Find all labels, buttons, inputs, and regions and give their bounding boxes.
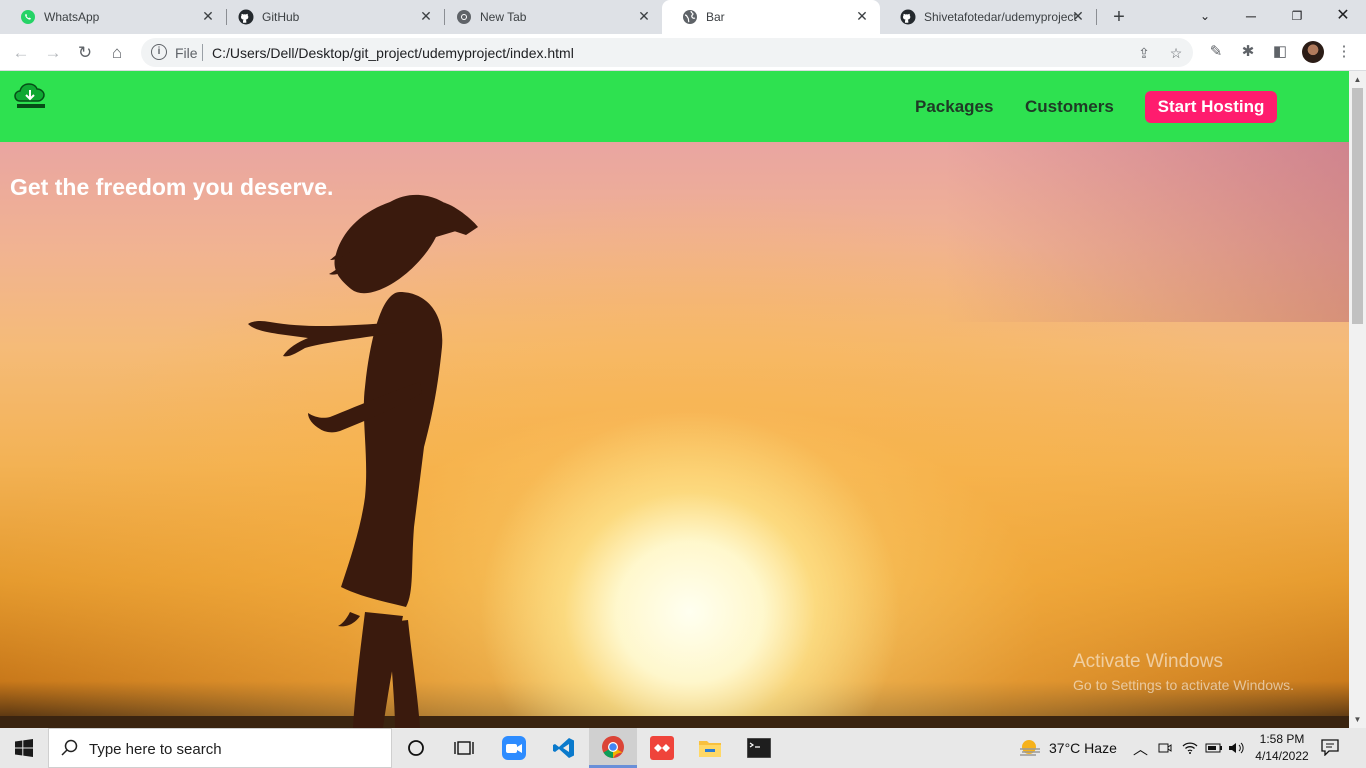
tab-new-tab[interactable]: New Tab ✕	[436, 0, 662, 34]
close-icon[interactable]: ✕	[636, 8, 652, 24]
tab-title: WhatsApp	[44, 10, 100, 24]
anydesk-app-icon[interactable]	[638, 728, 686, 768]
scheme-label: File	[175, 45, 198, 61]
share-icon[interactable]: ⇪	[1135, 44, 1153, 62]
reload-icon[interactable]: ↻	[73, 41, 97, 65]
clock-date: 4/14/2022	[1255, 749, 1309, 763]
weather-text: 37°C Haze	[1049, 740, 1117, 756]
tab-title: Shivetafotedar/udemyproject	[924, 10, 1077, 24]
battery-icon[interactable]	[1205, 728, 1223, 768]
watermark-title: Activate Windows	[1073, 651, 1223, 672]
whatsapp-icon	[20, 9, 36, 25]
vscode-app-icon[interactable]	[540, 728, 588, 768]
new-tab-icon[interactable]: +	[1108, 6, 1130, 28]
github-icon	[238, 9, 254, 25]
woman-silhouette-image	[248, 194, 478, 728]
tab-title: GitHub	[262, 10, 300, 24]
side-panel-icon[interactable]: ◧	[1270, 42, 1290, 62]
start-hosting-button[interactable]: Start Hosting	[1145, 91, 1277, 123]
home-icon[interactable]: ⌂	[105, 41, 129, 65]
minimize-icon[interactable]: ─	[1228, 0, 1274, 32]
activate-windows-watermark: Activate Windows Go to Settings to activ…	[1073, 651, 1294, 693]
meet-now-icon[interactable]	[1158, 728, 1172, 768]
window-close-icon[interactable]: ✕	[1320, 0, 1366, 32]
page-viewport: Packages Customers Start Hosting Get the…	[0, 71, 1366, 728]
extensions-icon[interactable]: ✱	[1238, 42, 1258, 62]
globe-icon	[682, 9, 698, 25]
browser-toolbar: ← → ↻ ⌂ i File C:/Users/Dell/Desktop/git…	[0, 34, 1366, 71]
volume-icon[interactable]	[1228, 728, 1246, 768]
cloud-logo-icon[interactable]	[14, 81, 48, 111]
tab-github[interactable]: GitHub ✕	[218, 0, 444, 34]
tab-bar-active[interactable]: Bar ✕	[662, 0, 880, 34]
windows-taskbar: Type here to search 37°C Haze ︿ 1:58 PM …	[0, 728, 1366, 768]
site-navbar: Packages Customers Start Hosting	[0, 71, 1349, 142]
more-menu-icon[interactable]: ⋮	[1334, 42, 1354, 62]
scroll-down-arrow-icon[interactable]: ▼	[1349, 711, 1366, 728]
vertical-scrollbar[interactable]: ▲ ▼	[1349, 71, 1366, 728]
bookmark-star-icon[interactable]: ☆	[1167, 44, 1185, 62]
address-bar[interactable]: i File C:/Users/Dell/Desktop/git_project…	[141, 38, 1193, 67]
chrome-icon	[456, 9, 472, 25]
divider	[202, 44, 203, 61]
url-text[interactable]: C:/Users/Dell/Desktop/git_project/udemyp…	[212, 45, 574, 61]
clock-time: 1:58 PM	[1259, 732, 1305, 746]
search-icon	[61, 739, 78, 756]
haze-weather-icon	[1020, 740, 1040, 756]
tab-search-icon[interactable]: ⌄	[1182, 0, 1228, 32]
close-icon[interactable]: ✕	[200, 8, 216, 24]
file-explorer-icon[interactable]	[686, 728, 734, 768]
hero-section: Get the freedom you deserve. Activate Wi	[0, 142, 1349, 728]
profile-avatar[interactable]	[1302, 41, 1324, 63]
task-view-icon[interactable]	[440, 728, 488, 768]
search-placeholder: Type here to search	[89, 741, 222, 758]
hero-headline: Get the freedom you deserve.	[10, 174, 334, 200]
tab-separator	[1096, 9, 1097, 25]
info-icon[interactable]: i	[151, 44, 167, 60]
horizon-sea	[0, 716, 1349, 728]
back-arrow-icon[interactable]: ←	[9, 41, 33, 65]
close-icon[interactable]: ✕	[1070, 8, 1086, 24]
tab-title: Bar	[706, 10, 725, 24]
tab-whatsapp[interactable]: WhatsApp ✕	[0, 0, 226, 34]
zoom-app-icon[interactable]	[490, 728, 538, 768]
terminal-app-icon[interactable]	[735, 728, 783, 768]
tab-title: New Tab	[480, 10, 527, 24]
wifi-icon[interactable]	[1182, 728, 1198, 768]
windows-start-icon[interactable]	[0, 728, 48, 768]
system-clock[interactable]: 1:58 PM 4/14/2022	[1252, 731, 1312, 765]
forward-arrow-icon[interactable]: →	[41, 41, 65, 65]
show-hidden-icons-chevron-icon[interactable]: ︿	[1133, 728, 1148, 768]
nav-link-customers[interactable]: Customers	[1025, 97, 1114, 117]
taskbar-search[interactable]: Type here to search	[48, 728, 392, 768]
close-icon[interactable]: ✕	[418, 8, 434, 24]
notifications-icon[interactable]	[1320, 738, 1342, 758]
tab-strip: WhatsApp ✕ GitHub ✕ New Tab ✕ Bar ✕ Shiv…	[0, 0, 1366, 34]
scroll-up-arrow-icon[interactable]: ▲	[1349, 71, 1366, 88]
close-icon[interactable]: ✕	[854, 8, 870, 24]
weather-widget[interactable]: 37°C Haze	[1018, 728, 1117, 768]
restore-icon[interactable]: ❐	[1274, 0, 1320, 32]
tab-github-repo[interactable]: Shivetafotedar/udemyproject ✕	[880, 0, 1096, 34]
chrome-app-icon[interactable]	[589, 728, 637, 768]
cortana-icon[interactable]	[392, 728, 440, 768]
watermark-subtitle: Go to Settings to activate Windows.	[1073, 677, 1294, 693]
github-icon	[900, 9, 916, 25]
eyedropper-icon[interactable]: ✎	[1206, 42, 1226, 62]
nav-link-packages[interactable]: Packages	[915, 97, 993, 117]
scroll-thumb[interactable]	[1352, 88, 1363, 324]
